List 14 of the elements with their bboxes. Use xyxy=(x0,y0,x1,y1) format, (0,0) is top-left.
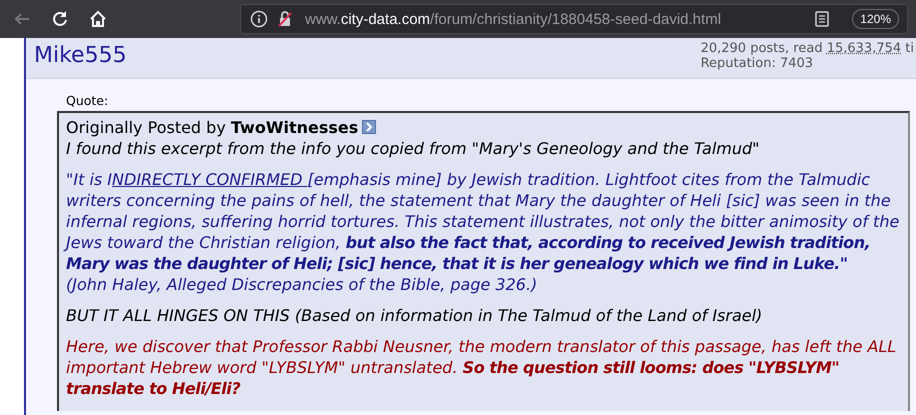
zoom-level-button[interactable]: 120% xyxy=(852,9,899,29)
url-text[interactable]: www.city-data.com/forum/christianity/1880458-seed-david.html xyxy=(305,10,806,28)
quote-label: Quote: xyxy=(66,93,110,108)
post-stats: 20,290 posts, read 15,633,754 ti xyxy=(700,41,914,56)
info-icon[interactable] xyxy=(249,9,269,29)
quote-paragraph: "It is INDIRECTLY CONFIRMED [emphasis mine] by Jewish tradition. Lightfoot cites from the Talmudic writers concerning the pains of hell, the statement that Mary the daughter of Heli [sic] was seen in the infernal regions, suffering horrid tortures. This statement illustrates, not only the bitter animosity of the Jews toward the Christian religion, but also the fact that, according to received Jewish tradition, Mary was the daughter of Heli; [sic] hence, that it is her genealogy which we find in Luke." (John Haley, Alleged Discrepancies of the Bible, page 326.) xyxy=(66,169,908,295)
go-to-post-icon[interactable] xyxy=(362,120,376,134)
reputation-text: Reputation: 7403 xyxy=(700,56,814,71)
address-bar[interactable]: www.city-data.com/forum/christianity/1880458-seed-david.html 120% xyxy=(240,4,908,34)
quote-attribution: Originally Posted by TwoWitnesses xyxy=(66,118,358,137)
quote-paragraph: BUT IT ALL HINGES ON THIS (Based on information in The Talmud of the Land of Israel) xyxy=(66,305,764,326)
quote-paragraph: Here, we discover that Professor Rabbi Neusner, the modern translator of this passage, has left the ALL important Hebrew word "LYBSLYM" untranslated. So the question still looms: does "LYBSLYM" translate to Heli/Eli? xyxy=(66,336,898,399)
username-link[interactable]: Mike555 xyxy=(34,43,127,78)
quote-paragraph: I found this excerpt from the info you copied from "Mary's Geneology and the Talmud" xyxy=(66,138,761,159)
